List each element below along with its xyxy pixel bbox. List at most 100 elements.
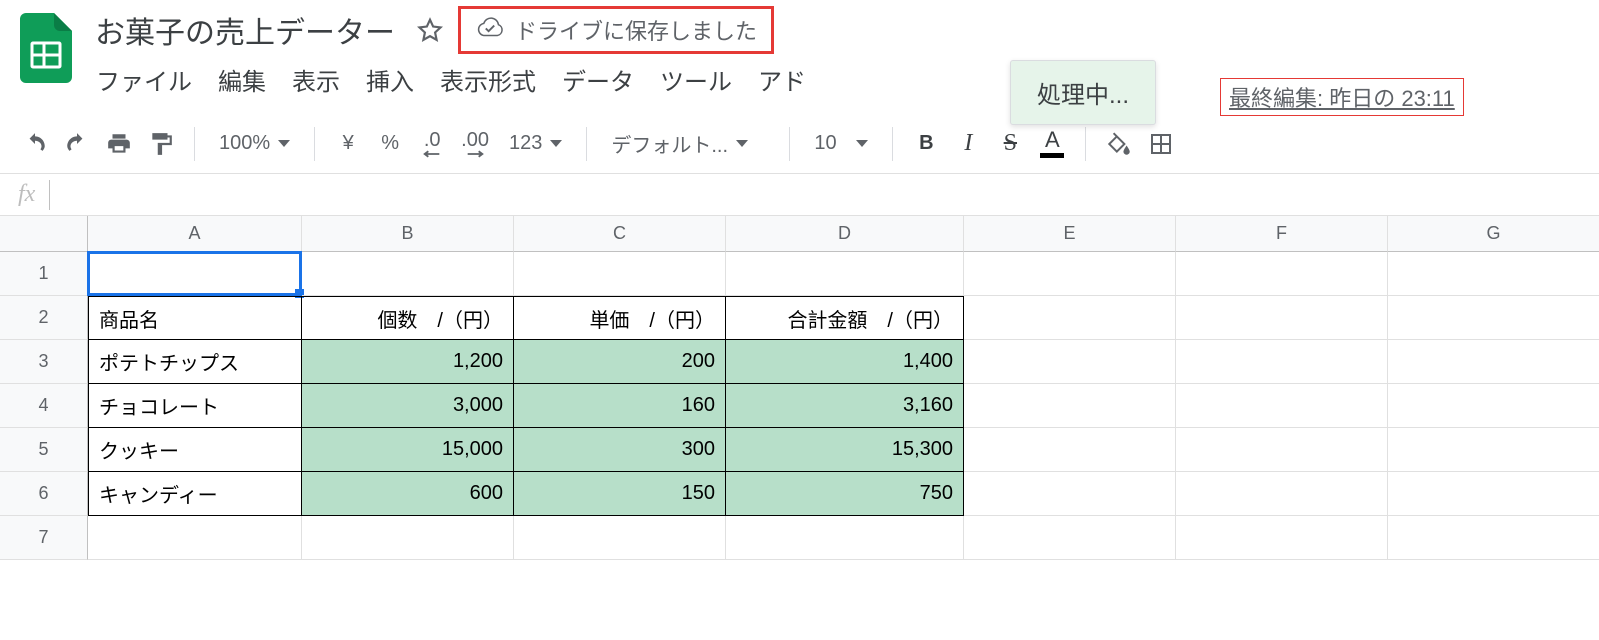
cell-C6[interactable]: 150 — [514, 472, 726, 516]
caret-down-icon — [278, 140, 290, 147]
sheets-logo-icon[interactable] — [16, 8, 76, 88]
font-dropdown[interactable]: デフォルト... — [603, 129, 773, 158]
menu-format[interactable]: 表示形式 — [432, 58, 544, 101]
cell-A5[interactable]: クッキー — [88, 428, 302, 472]
cell-B2[interactable]: 個数 /（円） — [302, 296, 514, 340]
zoom-dropdown[interactable]: 100% — [211, 132, 298, 155]
spreadsheet-grid: 1 2 3 4 5 6 7 A B C D E F G — [0, 216, 1599, 560]
cell-D4[interactable]: 3,160 — [726, 384, 964, 428]
cell-B1[interactable] — [302, 252, 514, 296]
select-all-corner[interactable] — [0, 216, 88, 252]
redo-button[interactable] — [60, 127, 94, 161]
cell-E4[interactable] — [964, 384, 1176, 428]
column-header[interactable]: A — [88, 216, 302, 252]
cell-C2[interactable]: 単価 /（円） — [514, 296, 726, 340]
cell-G2[interactable] — [1388, 296, 1599, 340]
cell-C5[interactable]: 300 — [514, 428, 726, 472]
cell-B3[interactable]: 1,200 — [302, 340, 514, 384]
cell-D1[interactable] — [726, 252, 964, 296]
menu-addons[interactable]: アド — [750, 58, 814, 101]
cell-F1[interactable] — [1176, 252, 1388, 296]
row-header[interactable]: 4 — [0, 384, 88, 428]
cell-E5[interactable] — [964, 428, 1176, 472]
row-header[interactable]: 6 — [0, 472, 88, 516]
cell-C7[interactable] — [514, 516, 726, 560]
strikethrough-button[interactable]: S — [993, 127, 1027, 161]
number-format-dropdown[interactable]: 123 — [501, 132, 570, 155]
cell-B5[interactable]: 15,000 — [302, 428, 514, 472]
cell-A4[interactable]: チョコレート — [88, 384, 302, 428]
cell-D6[interactable]: 750 — [726, 472, 964, 516]
cell-E1[interactable] — [964, 252, 1176, 296]
cell-D7[interactable] — [726, 516, 964, 560]
paint-format-button[interactable] — [144, 127, 178, 161]
column-header[interactable]: C — [514, 216, 726, 252]
column-header[interactable]: E — [964, 216, 1176, 252]
cell-C4[interactable]: 160 — [514, 384, 726, 428]
menu-file[interactable]: ファイル — [88, 58, 200, 101]
cell-F3[interactable] — [1176, 340, 1388, 384]
last-edit[interactable]: 最終編集: 昨日の 23:11 — [1220, 78, 1464, 116]
cell-G5[interactable] — [1388, 428, 1599, 472]
cell-G4[interactable] — [1388, 384, 1599, 428]
cell-D5[interactable]: 15,300 — [726, 428, 964, 472]
cell-A2[interactable]: 商品名 — [88, 296, 302, 340]
save-status-text: ドライブに保存しました — [515, 14, 757, 46]
column-header[interactable]: B — [302, 216, 514, 252]
row-header[interactable]: 7 — [0, 516, 88, 560]
row-header[interactable]: 5 — [0, 428, 88, 472]
formula-input[interactable] — [49, 180, 1581, 210]
cell-F4[interactable] — [1176, 384, 1388, 428]
text-color-button[interactable]: A — [1035, 127, 1069, 161]
menu-tools[interactable]: ツール — [652, 58, 740, 101]
cell-A7[interactable] — [88, 516, 302, 560]
inc-dec-label: .00 — [461, 130, 489, 150]
undo-button[interactable] — [18, 127, 52, 161]
cell-B6[interactable]: 600 — [302, 472, 514, 516]
font-size-dropdown[interactable]: 10 — [806, 132, 876, 155]
cell-E3[interactable] — [964, 340, 1176, 384]
cell-F2[interactable] — [1176, 296, 1388, 340]
menu-edit[interactable]: 編集 — [210, 58, 274, 101]
cell-G6[interactable] — [1388, 472, 1599, 516]
document-title[interactable]: お菓子の売上データー — [88, 5, 402, 55]
row-header[interactable]: 2 — [0, 296, 88, 340]
cell-A1[interactable] — [88, 252, 302, 296]
cell-C1[interactable] — [514, 252, 726, 296]
borders-button[interactable] — [1144, 127, 1178, 161]
save-status[interactable]: ドライブに保存しました — [458, 6, 774, 54]
increase-decimal-button[interactable]: .00 — [457, 127, 493, 161]
cell-A6[interactable]: キャンディー — [88, 472, 302, 516]
bold-button[interactable]: B — [909, 127, 943, 161]
percent-button[interactable]: % — [373, 127, 407, 161]
fill-color-button[interactable] — [1102, 127, 1136, 161]
star-icon[interactable] — [416, 16, 444, 44]
decrease-decimal-button[interactable]: .0 — [415, 127, 449, 161]
menu-insert[interactable]: 挿入 — [358, 58, 422, 101]
print-button[interactable] — [102, 127, 136, 161]
cell-G7[interactable] — [1388, 516, 1599, 560]
cell-F7[interactable] — [1176, 516, 1388, 560]
cell-B4[interactable]: 3,000 — [302, 384, 514, 428]
cell-E6[interactable] — [964, 472, 1176, 516]
row-header[interactable]: 3 — [0, 340, 88, 384]
currency-button[interactable]: ¥ — [331, 127, 365, 161]
cell-B7[interactable] — [302, 516, 514, 560]
cell-C3[interactable]: 200 — [514, 340, 726, 384]
cell-E7[interactable] — [964, 516, 1176, 560]
cell-G1[interactable] — [1388, 252, 1599, 296]
cell-G3[interactable] — [1388, 340, 1599, 384]
cell-A3[interactable]: ポテトチップス — [88, 340, 302, 384]
column-header[interactable]: D — [726, 216, 964, 252]
cell-D2[interactable]: 合計金額 /（円） — [726, 296, 964, 340]
cell-F5[interactable] — [1176, 428, 1388, 472]
column-header[interactable]: G — [1388, 216, 1599, 252]
cell-F6[interactable] — [1176, 472, 1388, 516]
column-header[interactable]: F — [1176, 216, 1388, 252]
row-header[interactable]: 1 — [0, 252, 88, 296]
italic-button[interactable]: I — [951, 127, 985, 161]
menu-data[interactable]: データ — [554, 58, 642, 101]
cell-E2[interactable] — [964, 296, 1176, 340]
cell-D3[interactable]: 1,400 — [726, 340, 964, 384]
menu-view[interactable]: 表示 — [284, 58, 348, 101]
